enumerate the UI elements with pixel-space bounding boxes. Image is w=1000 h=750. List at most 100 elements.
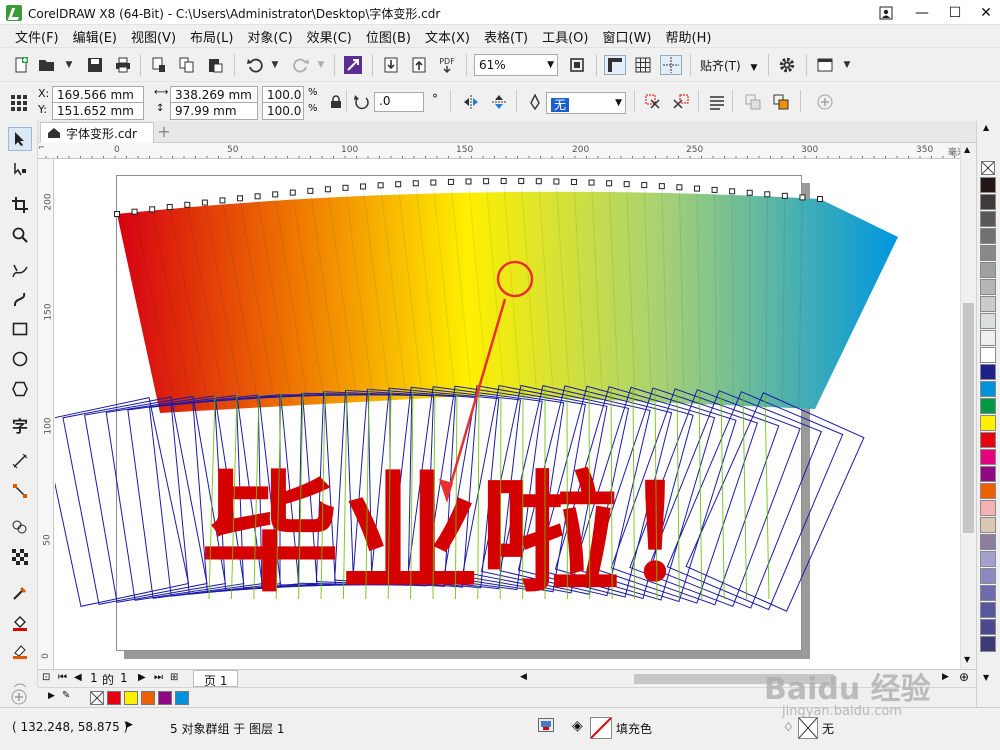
palette-swatch[interactable] [980,313,996,329]
text-tool-icon[interactable]: 字 [8,413,32,437]
ellipse-tool-icon[interactable] [8,347,32,371]
vertical-ruler[interactable]: 200 150 100 50 0 [38,159,54,669]
first-page-icon[interactable]: ⊡ [42,672,50,683]
menu-view[interactable]: 视图(V) [124,27,183,46]
palette-swatch[interactable] [980,262,996,278]
selection-handle[interactable] [553,178,560,185]
menu-object[interactable]: 对象(C) [240,27,299,46]
to-back-icon[interactable] [770,92,792,112]
zoom-level-select[interactable]: 61% ▼ [474,54,558,76]
add-tab-icon[interactable]: + [156,124,172,140]
zoom-navigator-icon[interactable]: ⊕ [959,670,969,684]
selection-handle[interactable] [623,181,630,188]
palette-swatch[interactable] [980,296,996,312]
horizontal-scroll-thumb[interactable] [634,674,834,684]
selection-handle[interactable] [711,186,718,193]
print-icon[interactable] [112,55,134,75]
selection-handle[interactable] [219,197,226,204]
palette-swatch[interactable] [980,466,996,482]
object-origin-icon[interactable] [10,94,28,115]
selection-handle[interactable] [729,188,736,195]
selection-handle[interactable] [272,191,279,198]
cut-icon[interactable] [148,55,170,75]
quick-customize-icon[interactable] [814,92,836,112]
palette-swatch[interactable] [980,551,996,567]
undo-icon[interactable] [244,55,266,75]
menu-edit[interactable]: 编辑(E) [66,27,124,46]
selection-handle[interactable] [254,193,261,200]
selection-handle[interactable] [166,204,173,211]
add-icon[interactable] [11,689,27,705]
selection-handle[interactable] [447,178,454,185]
freehand-tool-icon[interactable] [8,259,32,283]
selection-handle[interactable] [535,178,542,185]
palette-swatch[interactable] [980,432,996,448]
palette-swatch[interactable] [980,602,996,618]
document-tab[interactable]: 字体变形.cdr [40,122,154,143]
menu-help[interactable]: 帮助(H) [659,27,719,46]
doc-palette-eyedropper-icon[interactable]: ✎ [62,690,70,701]
selection-handle[interactable] [377,182,384,189]
new-document-icon[interactable] [10,55,32,75]
vertical-scrollbar[interactable]: ▲ ▼ [960,143,976,669]
selection-handle[interactable] [184,201,191,208]
selection-handle[interactable] [817,196,823,202]
selection-handle[interactable] [570,178,577,185]
horizontal-ruler[interactable]: ⌐ 0 50 100 150 200 250 300 350 毫米 [38,143,976,159]
doc-palette-swatch[interactable] [175,691,189,705]
last-page-icon[interactable]: ⏭ [154,672,163,683]
selection-handle[interactable] [114,211,120,217]
import-icon[interactable] [380,55,402,75]
minimize-button[interactable]: — [904,0,940,25]
add-page-icon[interactable]: ⊞ [170,672,178,683]
selection-handle[interactable] [588,179,595,186]
palette-swatch[interactable] [980,398,996,414]
selection-handle[interactable] [201,199,208,206]
rulers-toggle-icon[interactable] [604,55,626,75]
menu-tools[interactable]: 工具(O) [535,27,595,46]
selection-handle[interactable] [746,189,753,196]
break-apart-icon[interactable] [670,92,692,112]
selection-handle[interactable] [500,178,507,185]
fill-color-swatch[interactable] [590,717,612,739]
palette-swatch[interactable] [980,534,996,550]
palette-swatch[interactable] [980,483,996,499]
rectangle-tool-icon[interactable] [8,317,32,341]
paste-icon[interactable] [204,55,226,75]
snap-to-dropdown[interactable]: 贴齐(T) ▼ [700,57,757,74]
palette-swatch[interactable] [980,245,996,261]
doc-palette-swatch[interactable] [158,691,172,705]
prev-icon[interactable]: ◀ [74,672,82,683]
outline-pen-icon[interactable] [524,92,546,112]
grid-toggle-icon[interactable] [632,55,654,75]
selection-handle[interactable] [289,189,296,196]
palette-swatch[interactable] [980,619,996,635]
rotation-angle-field[interactable]: .0 [374,92,424,112]
copy-icon[interactable] [176,55,198,75]
export-icon[interactable] [408,55,430,75]
menu-effects[interactable]: 效果(C) [300,27,359,46]
open-dropdown-icon[interactable]: ▼ [58,55,80,75]
palette-swatch[interactable] [980,449,996,465]
scale-y-field[interactable]: 100.0 [262,102,304,120]
palette-swatch[interactable] [980,636,996,652]
wrap-text-icon[interactable] [706,92,728,112]
publish-pdf-button[interactable]: PDF [436,55,458,75]
selection-handle[interactable] [412,180,419,187]
artwork-text[interactable]: 毕业啦！ [200,458,760,610]
palette-swatch[interactable] [980,500,996,516]
polygon-tool-icon[interactable] [8,377,32,401]
menu-text[interactable]: 文本(X) [418,27,477,46]
selection-handle[interactable] [483,178,490,185]
guidelines-toggle-icon[interactable] [660,55,682,75]
scroll-down-icon[interactable]: ▼ [964,655,970,664]
selection-handle[interactable] [518,178,525,185]
page-tab[interactable]: 页 1 [193,670,239,688]
pick-tool-icon[interactable] [8,127,32,151]
selection-handle[interactable] [307,187,314,194]
smart-fill-tool-icon[interactable] [8,639,32,663]
transparency-tool-icon[interactable] [8,545,32,569]
selection-handle[interactable] [606,180,613,187]
palette-swatch[interactable] [980,415,996,431]
palette-swatch[interactable] [980,211,996,227]
